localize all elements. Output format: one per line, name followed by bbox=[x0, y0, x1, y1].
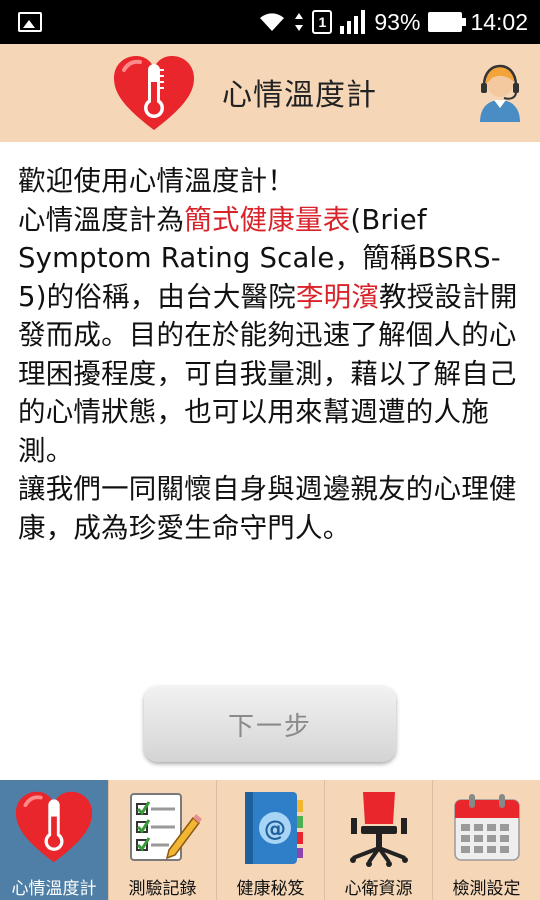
nav-item-mental-health-resources[interactable]: 心衛資源 bbox=[324, 780, 432, 900]
battery-percent: 93% bbox=[374, 8, 421, 35]
nav-label: 檢測設定 bbox=[452, 879, 521, 899]
image-icon bbox=[18, 12, 42, 32]
nav-item-test-records[interactable]: 測驗記錄 bbox=[108, 780, 216, 900]
status-icons: 1 93% 14:02 bbox=[258, 0, 528, 44]
intro-description: 心情溫度計為簡式健康量表(Brief Symptom Rating Scale，… bbox=[18, 201, 526, 471]
customer-support-icon[interactable] bbox=[472, 62, 528, 122]
status-bar: 1 93% 14:02 bbox=[0, 0, 540, 44]
clock: 14:02 bbox=[470, 8, 528, 35]
checklist-icon bbox=[130, 793, 202, 861]
next-step-button[interactable]: 下一步 bbox=[144, 686, 396, 762]
highlight-scale-name: 簡式健康量表 bbox=[184, 203, 351, 236]
app-title: 心情溫度計 bbox=[222, 78, 377, 113]
sim-number: 1 bbox=[318, 14, 327, 30]
nav-item-mood-thermometer[interactable]: 心情溫度計 bbox=[0, 780, 108, 900]
calendar-icon bbox=[454, 794, 520, 861]
heart-thermometer-icon bbox=[15, 791, 93, 863]
battery-icon bbox=[428, 12, 467, 32]
app-header: 心情溫度計 bbox=[0, 44, 540, 142]
intro-text-a: 心情溫度計為 bbox=[18, 203, 185, 236]
nav-label: 心情溫度計 bbox=[11, 879, 97, 899]
address-book-icon: @ bbox=[245, 792, 303, 864]
nav-label: 健康秘笈 bbox=[236, 879, 305, 899]
nav-item-test-settings[interactable]: 檢測設定 bbox=[432, 780, 540, 900]
intro-text: 歡迎使用心情溫度計！ 心情溫度計為簡式健康量表(Brief Symptom Ra… bbox=[18, 162, 526, 547]
nav-item-health-tips[interactable]: @ 健康秘笈 bbox=[216, 780, 324, 900]
svg-text:@: @ bbox=[264, 817, 286, 842]
sim-icon: 1 bbox=[312, 10, 333, 34]
wifi-icon bbox=[260, 13, 285, 31]
highlight-professor-name: 李明濱 bbox=[295, 280, 380, 313]
data-arrows-icon bbox=[295, 13, 304, 31]
office-chair-icon bbox=[350, 792, 408, 867]
nav-label: 測驗記錄 bbox=[128, 879, 197, 899]
signal-icon bbox=[340, 10, 366, 34]
nav-label: 心衛資源 bbox=[344, 879, 413, 899]
heart-thermometer-icon bbox=[114, 56, 194, 130]
intro-closing: 讓我們一同關懷自身與週邊親友的心理健康，成為珍愛生命守門人。 bbox=[18, 473, 517, 544]
bottom-nav: 心情溫度計 測驗記錄 @ 健康秘笈 心衛資源 檢測設定 bbox=[0, 780, 540, 900]
intro-welcome: 歡迎使用心情溫度計！ bbox=[18, 165, 295, 197]
